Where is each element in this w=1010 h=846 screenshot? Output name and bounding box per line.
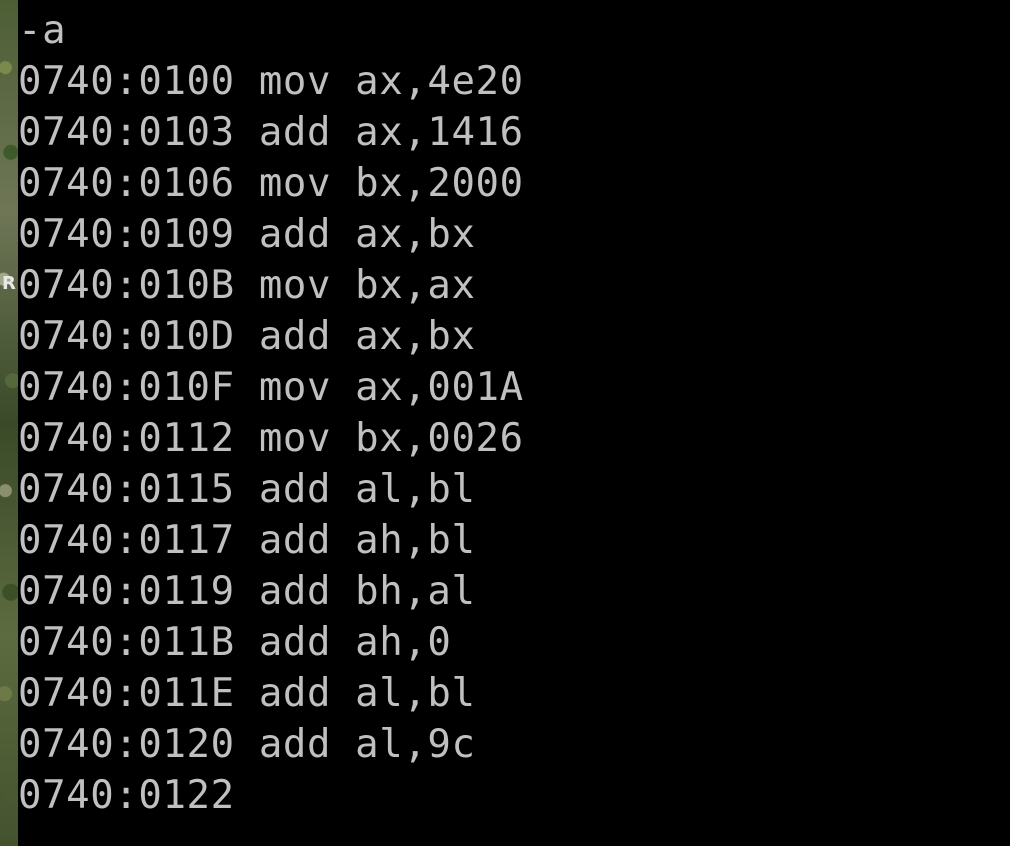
line-instruction: add al,bl [258,467,476,512]
assembly-line: 0740:0115 add al,bl [18,464,476,515]
line-instruction: mov bx,0026 [258,416,524,461]
line-instruction: mov bx,ax [258,263,476,308]
input-line[interactable]: 0740:0122 [18,770,259,821]
assembly-line: 0740:011E add al,bl [18,668,476,719]
line-instruction: add al,bl [258,671,476,716]
line-instruction: add ah,bl [258,518,476,563]
assembly-line: 0740:0100 mov ax,4e20 [18,56,524,107]
line-address: 0740:011B [18,620,235,665]
line-address: 0740:010F [18,365,235,410]
line-address: 0740:0119 [18,569,235,614]
line-instruction: add ax,1416 [258,110,524,155]
line-instruction: add ax,bx [258,212,476,257]
line-address: 0740:0103 [18,110,235,155]
debug-console[interactable]: -a 0740:0100 mov ax,4e20 0740:0103 add a… [18,0,1010,846]
line-address: 0740:010B [18,263,235,308]
line-address: 0740:0109 [18,212,235,257]
side-label: R [2,273,16,294]
line-instruction: mov bx,2000 [258,161,524,206]
assembly-line: 0740:010B mov bx,ax [18,260,476,311]
assembly-line: 0740:0120 add al,9c [18,719,476,770]
command-prompt: -a [18,8,67,53]
line-instruction: mov ax,4e20 [258,59,524,104]
assembly-line: 0740:0103 add ax,1416 [18,107,524,158]
assembly-line: 0740:0106 mov bx,2000 [18,158,524,209]
screen: R -a 0740:0100 mov ax,4e20 0740:0103 add… [0,0,1010,846]
assembly-line: 0740:010F mov ax,001A [18,362,524,413]
line-instruction: add al,9c [258,722,476,767]
line-address: 0740:0112 [18,416,235,461]
line-address: 0740:0106 [18,161,235,206]
line-address: 0740:0115 [18,467,235,512]
assembly-line: 0740:0109 add ax,bx [18,209,476,260]
assembly-line: 0740:0119 add bh,al [18,566,476,617]
line-instruction: add ah,0 [258,620,452,665]
line-address: 0740:0117 [18,518,235,563]
assembly-line: 0740:0112 mov bx,0026 [18,413,524,464]
line-instruction: add ax,bx [258,314,476,359]
line-address: 0740:011E [18,671,235,716]
assembly-line: 0740:011B add ah,0 [18,617,451,668]
line-instruction: mov ax,001A [258,365,524,410]
line-address: 0740:0100 [18,59,235,104]
assembly-line: 0740:0117 add ah,bl [18,515,476,566]
assembly-line: 0740:010D add ax,bx [18,311,476,362]
line-address: 0740:0120 [18,722,235,767]
line-instruction: add bh,al [258,569,476,614]
desktop-background-strip [0,0,18,846]
line-address: 0740:0122 [18,773,235,818]
line-address: 0740:010D [18,314,235,359]
